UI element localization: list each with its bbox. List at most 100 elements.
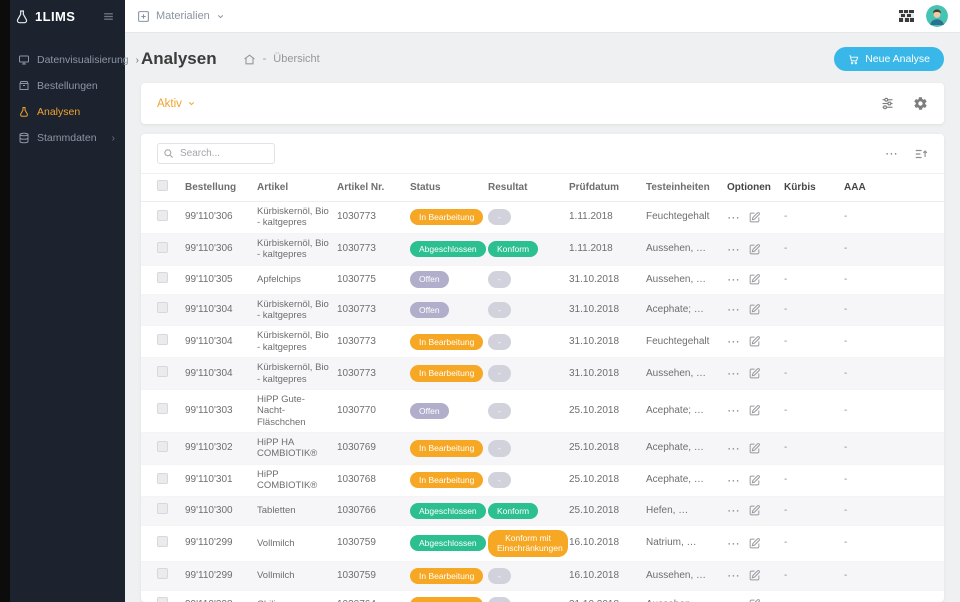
- row-checkbox[interactable]: [157, 535, 168, 547]
- row-checkbox[interactable]: [157, 472, 168, 484]
- module-selector[interactable]: Materialien: [156, 10, 210, 22]
- pruefdatum-cell: 31.10.2018: [569, 303, 620, 315]
- column-header-pruefdatum[interactable]: Prüfdatum: [569, 182, 646, 194]
- more-options-icon[interactable]: ⋯: [885, 147, 898, 160]
- row-options-icon[interactable]: ⋯: [727, 303, 740, 316]
- kuerbis-cell: -: [784, 504, 788, 516]
- row-options-icon[interactable]: ⋯: [727, 243, 740, 256]
- column-header-optionen[interactable]: Optionen: [727, 182, 784, 194]
- row-checkbox[interactable]: [157, 503, 168, 515]
- row-options-icon[interactable]: ⋯: [727, 442, 740, 455]
- table-row[interactable]: 99'110'298 Chilino 1030764 In Bearbeitun…: [141, 591, 944, 602]
- column-header-testeinheiten[interactable]: Testeinheiten: [646, 182, 727, 194]
- column-header-kuerbis[interactable]: Kürbis: [784, 182, 844, 194]
- testeinheiten-cell: Aussehen, …: [646, 273, 707, 285]
- pruefdatum-cell: 25.10.2018: [569, 504, 620, 516]
- table-row[interactable]: 99'110'305 Apfelchips 1030775 Offen - 31…: [141, 266, 944, 295]
- user-avatar[interactable]: [926, 5, 948, 27]
- row-options-icon[interactable]: ⋯: [727, 598, 740, 602]
- table-row[interactable]: 99'110'299 Vollmilch 1030759 In Bearbeit…: [141, 561, 944, 591]
- artikel-cell: Apfelchips: [257, 273, 301, 285]
- table-row[interactable]: 99'110'304 Kürbiskernöl, Bio - kaltgepre…: [141, 358, 944, 390]
- table-body[interactable]: 99'110'306 Kürbiskernöl, Bio - kaltgepre…: [141, 202, 944, 602]
- row-edit-icon[interactable]: [748, 335, 761, 348]
- table-row[interactable]: 99'110'300 Tabletten 1030766 Abgeschloss…: [141, 496, 944, 526]
- row-edit-icon[interactable]: [748, 537, 761, 550]
- row-options-icon[interactable]: ⋯: [727, 404, 740, 417]
- row-checkbox[interactable]: [157, 209, 168, 221]
- table-row[interactable]: 99'110'299 Vollmilch 1030759 Abgeschloss…: [141, 526, 944, 562]
- status-badge: Offen: [410, 301, 449, 319]
- table-row[interactable]: 99'110'301 HiPP COMBIOTIK® 1030768 In Be…: [141, 465, 944, 497]
- testeinheiten-cell: Feuchtegehalt: [646, 335, 710, 347]
- row-edit-icon[interactable]: [748, 243, 761, 256]
- row-checkbox[interactable]: [157, 302, 168, 314]
- row-options-icon[interactable]: ⋯: [727, 504, 740, 517]
- table-row[interactable]: 99'110'306 Kürbiskernöl, Bio - kaltgepre…: [141, 233, 944, 266]
- testeinheiten-cell: Acephate; …: [646, 404, 704, 416]
- gear-icon[interactable]: [913, 96, 928, 111]
- search-input[interactable]: [157, 143, 275, 164]
- row-checkbox[interactable]: [157, 403, 168, 415]
- home-icon[interactable]: [243, 53, 256, 66]
- new-analysis-button[interactable]: Neue Analyse: [834, 47, 944, 71]
- table-row[interactable]: 99'110'306 Kürbiskernöl, Bio - kaltgepre…: [141, 202, 944, 234]
- row-edit-icon[interactable]: [748, 504, 761, 517]
- row-edit-icon[interactable]: [748, 404, 761, 417]
- column-header-artikel[interactable]: Artikel: [257, 182, 337, 194]
- sidebar-item-bestellungen[interactable]: Bestellungen: [10, 73, 125, 99]
- column-header-resultat[interactable]: Resultat: [488, 182, 569, 194]
- select-all-checkbox[interactable]: [157, 180, 168, 191]
- row-edit-icon[interactable]: [748, 211, 761, 224]
- row-checkbox[interactable]: [157, 440, 168, 452]
- row-checkbox[interactable]: [157, 568, 168, 580]
- column-header-status[interactable]: Status: [410, 182, 488, 194]
- status-filter-dropdown[interactable]: Aktiv: [157, 98, 196, 110]
- row-edit-icon[interactable]: [748, 273, 761, 286]
- sidebar-item-analysen[interactable]: Analysen: [10, 99, 125, 125]
- sidebar-item-stammdaten[interactable]: Stammdaten ›: [10, 125, 125, 151]
- table-row[interactable]: 99'110'302 HiPP HA COMBIOTIK® 1030769 In…: [141, 433, 944, 465]
- row-edit-icon[interactable]: [748, 598, 761, 602]
- row-checkbox[interactable]: [157, 334, 168, 346]
- row-options-icon[interactable]: ⋯: [727, 569, 740, 582]
- status-badge: Abgeschlossen: [410, 502, 486, 519]
- breadcrumb-current[interactable]: Übersicht: [273, 53, 319, 65]
- column-header-aaa[interactable]: AAA: [844, 182, 928, 194]
- pruefdatum-cell: 1.11.2018: [569, 211, 613, 223]
- sidebar-item-datenvisualisierung[interactable]: Datenvisualisierung ›: [10, 47, 139, 73]
- row-edit-icon[interactable]: [748, 367, 761, 380]
- row-checkbox[interactable]: [157, 272, 168, 284]
- column-header-bestellung[interactable]: Bestellung: [185, 182, 257, 194]
- table-row[interactable]: 99'110'304 Kürbiskernöl, Bio - kaltgepre…: [141, 294, 944, 327]
- artikel-cell: Kürbiskernöl, Bio - kaltgepres: [257, 330, 329, 353]
- table-row[interactable]: 99'110'304 Kürbiskernöl, Bio - kaltgepre…: [141, 326, 944, 359]
- artikel-nr-cell: 1030773: [337, 303, 376, 315]
- row-checkbox[interactable]: [157, 366, 168, 378]
- sidebar-collapse-button[interactable]: [102, 10, 115, 23]
- row-edit-icon[interactable]: [748, 303, 761, 316]
- column-settings-icon[interactable]: [914, 147, 928, 161]
- row-options-icon[interactable]: ⋯: [727, 211, 740, 224]
- row-options-icon[interactable]: ⋯: [727, 474, 740, 487]
- bestellung-cell: 99'110'305: [185, 273, 233, 285]
- row-checkbox[interactable]: [157, 597, 168, 602]
- bestellung-cell: 99'110'302: [185, 442, 233, 454]
- column-header-artikel-nr[interactable]: Artikel Nr.: [337, 182, 410, 194]
- testeinheiten-cell: Aussehen, …: [646, 569, 707, 581]
- testeinheiten-cell: Aussehen, …: [646, 367, 707, 379]
- table-row[interactable]: 99'110'303 HiPP Gute-Nacht-Fläschchen 10…: [141, 390, 944, 434]
- row-edit-icon[interactable]: [748, 474, 761, 487]
- row-options-icon[interactable]: ⋯: [727, 537, 740, 550]
- row-options-icon[interactable]: ⋯: [727, 273, 740, 286]
- row-edit-icon[interactable]: [748, 442, 761, 455]
- row-edit-icon[interactable]: [748, 569, 761, 582]
- kuerbis-cell: -: [784, 273, 788, 285]
- kuerbis-cell: -: [784, 474, 788, 486]
- row-options-icon[interactable]: ⋯: [727, 335, 740, 348]
- row-options-icon[interactable]: ⋯: [727, 367, 740, 380]
- filter-sliders-icon[interactable]: [880, 96, 895, 111]
- language-flag-icon[interactable]: [899, 10, 914, 22]
- row-checkbox[interactable]: [157, 241, 168, 253]
- pruefdatum-cell: 31.10.2018: [569, 335, 620, 347]
